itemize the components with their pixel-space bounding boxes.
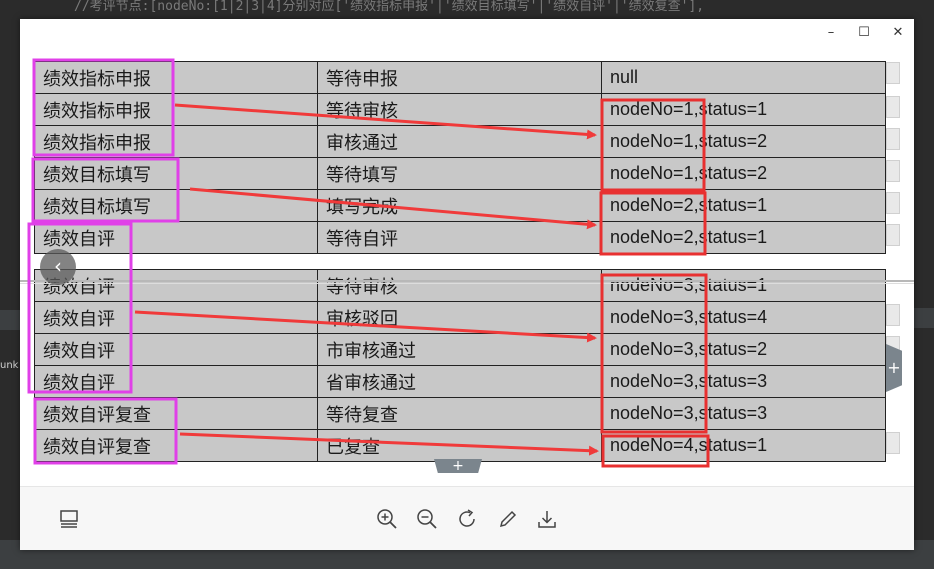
code-editor-line: //考评节点:[nodeNo:[1|2|3|4]分别对应['绩效指标申报'|'绩…: [74, 0, 705, 14]
table-row: 绩效目标填写 等待填写 nodeNo=1,status=2: [34, 157, 886, 190]
zoom-out-icon[interactable]: [415, 507, 439, 531]
value-cell: null: [601, 61, 886, 94]
value-cell: nodeNo=3,status=3: [601, 397, 886, 430]
expand-bottom-button[interactable]: +: [434, 459, 482, 473]
state-cell: 等待审核: [317, 269, 602, 302]
node-cell: 绩效自评: [34, 269, 318, 302]
state-cell: 审核通过: [317, 125, 602, 158]
table-row: 绩效自评复查 已复查 nodeNo=4,status=1: [34, 429, 886, 462]
editor-right-strip: [914, 308, 934, 328]
value-cell: nodeNo=4,status=1: [601, 429, 886, 462]
state-cell: 已复查: [317, 429, 602, 462]
state-cell: 市审核通过: [317, 333, 602, 366]
table-row: 绩效自评 等待审核 nodeNo=3,status=1: [34, 269, 886, 302]
table-row: 绩效自评复查 等待复查 nodeNo=3,status=3: [34, 397, 886, 430]
viewer-titlebar: – ☐ ✕: [20, 19, 914, 46]
value-cell: nodeNo=3,status=4: [601, 301, 886, 334]
node-cell: 绩效指标申报: [34, 93, 318, 126]
node-cell: 绩效目标填写: [34, 157, 318, 190]
scroll-stub: [886, 432, 900, 454]
table-row: 绩效自评 审核驳回 nodeNo=3,status=4: [34, 301, 886, 334]
node-cell: 绩效自评: [34, 221, 318, 254]
table-row: 绩效指标申报 等待审核 nodeNo=1,status=1: [34, 93, 886, 126]
state-cell: 等待填写: [317, 157, 602, 190]
value-cell: nodeNo=1,status=2: [601, 125, 886, 158]
value-cell: nodeNo=2,status=1: [601, 221, 886, 254]
table-row: 绩效自评 省审核通过 nodeNo=3,status=3: [34, 365, 886, 398]
close-button[interactable]: ✕: [887, 23, 909, 43]
table-row: 绩效自评 等待自评 nodeNo=2,status=1: [34, 221, 886, 254]
scroll-stub: [886, 128, 900, 150]
table-row: 绩效指标申报 等待申报 null: [34, 61, 886, 94]
viewer-toolbar: [20, 486, 914, 550]
table-row: 绩效自评 市审核通过 nodeNo=3,status=2: [34, 333, 886, 366]
value-cell: nodeNo=1,status=1: [601, 93, 886, 126]
node-cell: 绩效目标填写: [34, 189, 318, 222]
node-cell: 绩效自评: [34, 365, 318, 398]
status-table-bottom: 绩效自评 等待审核 nodeNo=3,status=1 绩效自评 审核驳回 nodeNo=…: [34, 269, 886, 462]
node-cell: 绩效自评复查: [34, 397, 318, 430]
thumbnail-icon[interactable]: [57, 507, 81, 531]
value-cell: nodeNo=3,status=1: [601, 269, 886, 302]
state-cell: 等待申报: [317, 61, 602, 94]
image-canvas: 绩效指标申报 等待申报 null 绩效指标申报 等待审核 nodeNo=1,status=…: [20, 46, 914, 486]
zoom-in-icon[interactable]: [375, 507, 399, 531]
scroll-stub: [886, 62, 900, 84]
minimize-button[interactable]: –: [820, 23, 842, 43]
state-cell: 审核驳回: [317, 301, 602, 334]
status-table-top: 绩效指标申报 等待申报 null 绩效指标申报 等待审核 nodeNo=1,status=…: [34, 61, 886, 254]
state-cell: 等待审核: [317, 93, 602, 126]
scroll-stub: [886, 192, 900, 214]
table-row: 绩效目标填写 填写完成 nodeNo=2,status=1: [34, 189, 886, 222]
value-cell: nodeNo=1,status=2: [601, 157, 886, 190]
node-cell: 绩效指标申报: [34, 125, 318, 158]
edit-icon[interactable]: [496, 507, 520, 531]
state-cell: 填写完成: [317, 189, 602, 222]
image-viewer-window: – ☐ ✕ 绩效指标申报 等待申报 null 绩效指标申报 等待审核 nodeNo=1,s…: [20, 19, 914, 550]
editor-left-fragment: unk: [0, 360, 19, 371]
value-cell: nodeNo=3,status=2: [601, 333, 886, 366]
rotate-icon[interactable]: [455, 507, 479, 531]
prev-image-button[interactable]: ‹: [40, 249, 76, 285]
state-cell: 等待自评: [317, 221, 602, 254]
editor-left-gutter: [0, 310, 20, 330]
node-cell: 绩效自评: [34, 333, 318, 366]
scroll-stub: [886, 160, 900, 182]
value-cell: nodeNo=3,status=3: [601, 365, 886, 398]
value-cell: nodeNo=2,status=1: [601, 189, 886, 222]
download-icon[interactable]: [535, 507, 559, 531]
state-cell: 等待复查: [317, 397, 602, 430]
node-cell: 绩效指标申报: [34, 61, 318, 94]
page-divider: [20, 280, 914, 284]
node-cell: 绩效自评: [34, 301, 318, 334]
maximize-button[interactable]: ☐: [853, 23, 875, 43]
expand-right-button[interactable]: +: [886, 344, 902, 392]
node-cell: 绩效自评复查: [34, 429, 318, 462]
state-cell: 省审核通过: [317, 365, 602, 398]
scroll-stub: [886, 304, 900, 326]
table-row: 绩效指标申报 审核通过 nodeNo=1,status=2: [34, 125, 886, 158]
scroll-stub: [886, 224, 900, 246]
scroll-stub: [886, 96, 900, 118]
